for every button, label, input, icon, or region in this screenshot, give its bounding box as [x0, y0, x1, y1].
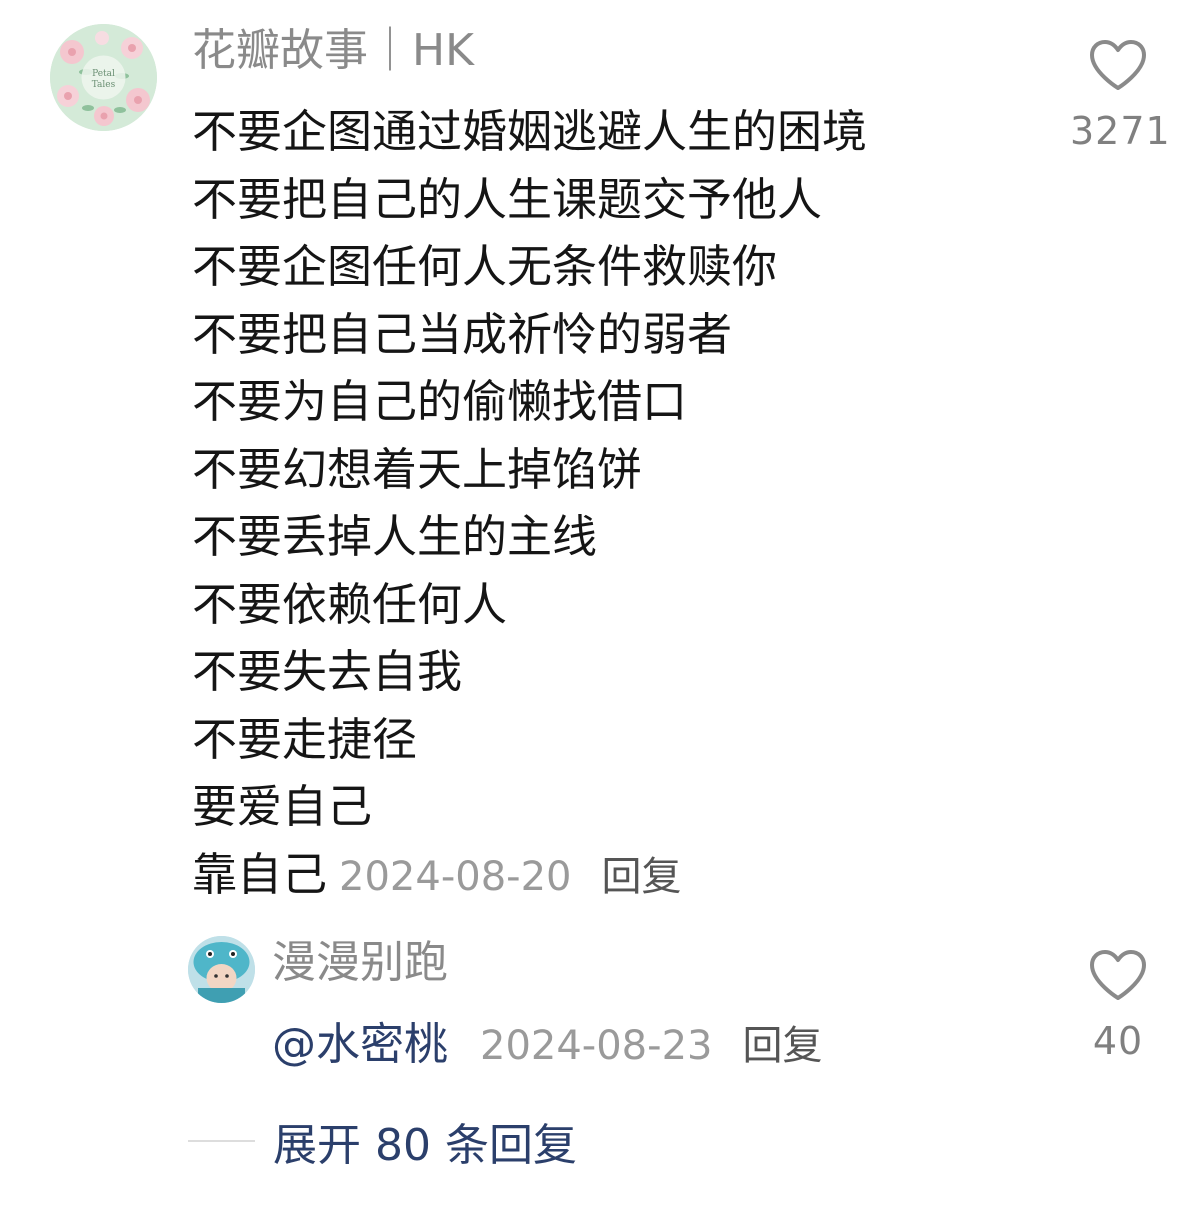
reply-content: @水密桃 2024-08-23 回复 [272, 1014, 822, 1077]
svg-text:Petal: Petal [92, 69, 115, 79]
comment-line: 不要幻想着天上掉馅饼 [192, 436, 1062, 504]
avatar-image [188, 936, 255, 1003]
comment-line: 要爱自己 [192, 773, 1062, 841]
username[interactable]: 花瓣故事｜HK [192, 20, 474, 82]
reply-comment: 漫漫别跑 @水密桃 2024-08-23 回复 40 [0, 920, 1200, 1090]
reply-button[interactable]: 回复 [601, 854, 681, 900]
divider [188, 1140, 255, 1142]
avatar[interactable]: Petal Tales [50, 24, 157, 131]
comment-line: 靠自己 2024-08-20 回复 [192, 841, 1062, 909]
comment-line-text: 不要把自己的人生课题交予他人 [192, 172, 823, 226]
comment-line: 不要把自己当成祈怜的弱者 [192, 301, 1062, 369]
reply-like-button[interactable]: 40 [1070, 948, 1166, 1064]
heart-outline-icon [1090, 950, 1146, 1000]
comment-line-text: 不要企图任何人无条件救赎你 [192, 240, 778, 293]
comment-line-text: 要爱自己 [192, 780, 373, 833]
comment-line: 不要走捷径 [192, 706, 1062, 774]
reply-avatar[interactable] [188, 936, 255, 1003]
comment-line-text: 不要幻想着天上掉馅饼 [192, 442, 643, 496]
comment-line: 不要企图任何人无条件救赎你 [192, 233, 1062, 301]
comment-line: 不要为自己的偷懒找借口 [192, 368, 1062, 436]
comment-content: 不要企图通过婚姻逃避人生的困境 不要把自己的人生课题交予他人 不要企图任何人无条… [192, 98, 1062, 908]
like-count: 3271 [1070, 109, 1171, 153]
comment-line: 不要失去自我 [192, 638, 1062, 706]
comment-line-text: 不要把自己当成祈怜的弱者 [192, 307, 733, 361]
comment-line: 不要把自己的人生课题交予他人 [192, 166, 1062, 234]
comment-line-text: 不要丢掉人生的主线 [192, 510, 598, 563]
reply-date: 2024-08-23 [480, 1023, 713, 1069]
comment-line-text: 不要企图通过婚姻逃避人生的困境 [192, 105, 868, 158]
comment-line-text: 不要走捷径 [192, 712, 418, 766]
expand-replies-label: 展开 80 条回复 [273, 1120, 577, 1171]
comment-line-text: 不要依赖任何人 [192, 577, 508, 631]
mention-link[interactable]: @水密桃 [272, 1019, 448, 1070]
reply-like-count: 40 [1092, 1019, 1144, 1063]
svg-text:Tales: Tales [92, 80, 116, 90]
comment-line: 不要丢掉人生的主线 [192, 503, 1062, 571]
expand-replies-button[interactable]: 展开 80 条回复 [188, 1110, 577, 1172]
comment-line-text: 不要为自己的偷懒找借口 [192, 375, 688, 428]
comment-date: 2024-08-20 [339, 853, 572, 900]
comment-line-text: 靠自己 [192, 847, 328, 901]
heart-outline-icon [1090, 40, 1146, 90]
comment-line: 不要企图通过婚姻逃避人生的困境 [192, 98, 1062, 166]
petal-tales-logo: Petal Tales [50, 24, 157, 131]
like-button[interactable]: 3271 [1070, 38, 1171, 154]
comment-line-text: 不要失去自我 [192, 645, 463, 698]
reply-button[interactable]: 回复 [742, 1023, 822, 1069]
main-comment: Petal Tales 花瓣故事｜HK 不要企图通过婚姻逃避人生的困境 不要把自… [0, 0, 1200, 910]
comment-line: 不要依赖任何人 [192, 571, 1062, 639]
reply-username[interactable]: 漫漫别跑 [272, 932, 448, 994]
